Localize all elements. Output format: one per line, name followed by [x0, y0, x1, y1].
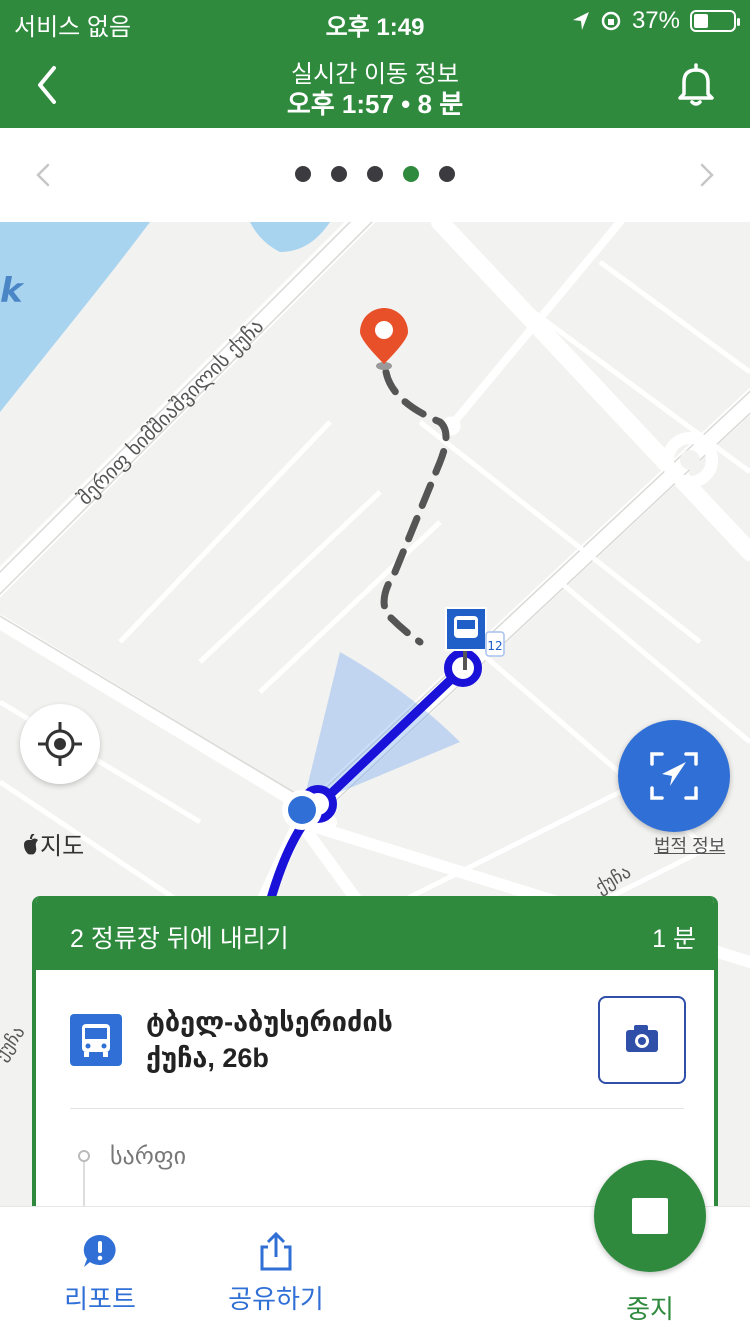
location-arrow-icon: [572, 12, 589, 30]
step-pager: [0, 128, 750, 222]
next-stop-name: სარფი: [110, 1143, 187, 1170]
stop-square-icon: [632, 1198, 668, 1234]
stops-remaining-text: 2 정류장 뒤에 내리기: [70, 925, 289, 953]
report-bubble-icon: [83, 1234, 116, 1267]
maps-brand-label: 지도: [40, 833, 85, 860]
page-dot[interactable]: [439, 166, 455, 182]
bus-stop-badge: 12: [487, 639, 502, 653]
card-divider: [70, 1108, 684, 1109]
edge-street-label-left: ქუჩა: [0, 1022, 29, 1065]
apple-logo-icon: [24, 833, 38, 855]
walking-path: [380, 368, 450, 646]
locate-me-button[interactable]: [20, 704, 100, 784]
bell-icon[interactable]: [674, 60, 718, 108]
ar-navigation-icon: [650, 752, 698, 800]
next-stop-dot: [78, 1150, 90, 1162]
apple-maps-brand: 지도: [22, 826, 84, 861]
legal-info-link[interactable]: 법적 정보: [654, 832, 725, 858]
battery-icon: [690, 10, 740, 32]
water-area-top: [250, 222, 330, 252]
page-dot[interactable]: [403, 166, 419, 182]
current-location-dot: [288, 796, 316, 824]
street-label: შერიფ ხიმშიაშვილის ქუჩა: [73, 314, 268, 509]
navigation-header: 실시간 이동 정보 오후 1:57 • 8 분: [0, 40, 750, 128]
heading-cone: [302, 652, 460, 808]
lake-area: [0, 222, 150, 412]
bus-stop-name: ტბელ-აბუსერიძის ქუჩა, 26b: [146, 1004, 566, 1076]
stop-name-line1: ტბელ-აბუსერიძის: [146, 1007, 393, 1037]
crosshair-icon: [38, 722, 82, 766]
page-indicator: [0, 166, 750, 182]
report-label: 리포트: [64, 1284, 136, 1314]
share-icon: [260, 1231, 292, 1271]
destination-pin-icon: [360, 308, 408, 370]
next-step-chevron-icon[interactable]: [694, 162, 718, 188]
stop-name-line2: ქუჩა, 26b: [146, 1043, 269, 1073]
bus-icon: [70, 1014, 122, 1066]
eta-subtitle: 오후 1:57 • 8 분: [286, 89, 464, 119]
battery-percent: 37%: [631, 7, 680, 34]
trip-step-card: 2 정류장 뒤에 내리기 1 분 ტბელ-აბუსერიძის ქუჩა, 2…: [32, 896, 718, 1216]
ar-view-button[interactable]: [618, 720, 730, 832]
card-header: 2 정류장 뒤에 내리기 1 분: [36, 896, 714, 970]
share-button[interactable]: 공유하기: [218, 1207, 334, 1316]
camera-button[interactable]: [598, 996, 686, 1084]
time-remaining-text: 1 분: [652, 925, 696, 953]
battery-fill: [694, 14, 709, 28]
status-bar: 서비스 없음 오후 1:49 37%: [0, 0, 750, 41]
camera-icon: [626, 1025, 658, 1052]
page-dot[interactable]: [295, 166, 311, 182]
page-dot[interactable]: [331, 166, 347, 182]
share-label: 공유하기: [228, 1284, 324, 1314]
report-button[interactable]: 리포트: [50, 1207, 150, 1316]
lake-label: k: [0, 271, 25, 311]
rotation-lock-icon: [601, 11, 621, 31]
stop-label: 중지: [626, 1294, 674, 1324]
status-right: 37%: [572, 7, 740, 35]
stop-navigation-button[interactable]: [594, 1160, 706, 1272]
page-dot[interactable]: [367, 166, 383, 182]
